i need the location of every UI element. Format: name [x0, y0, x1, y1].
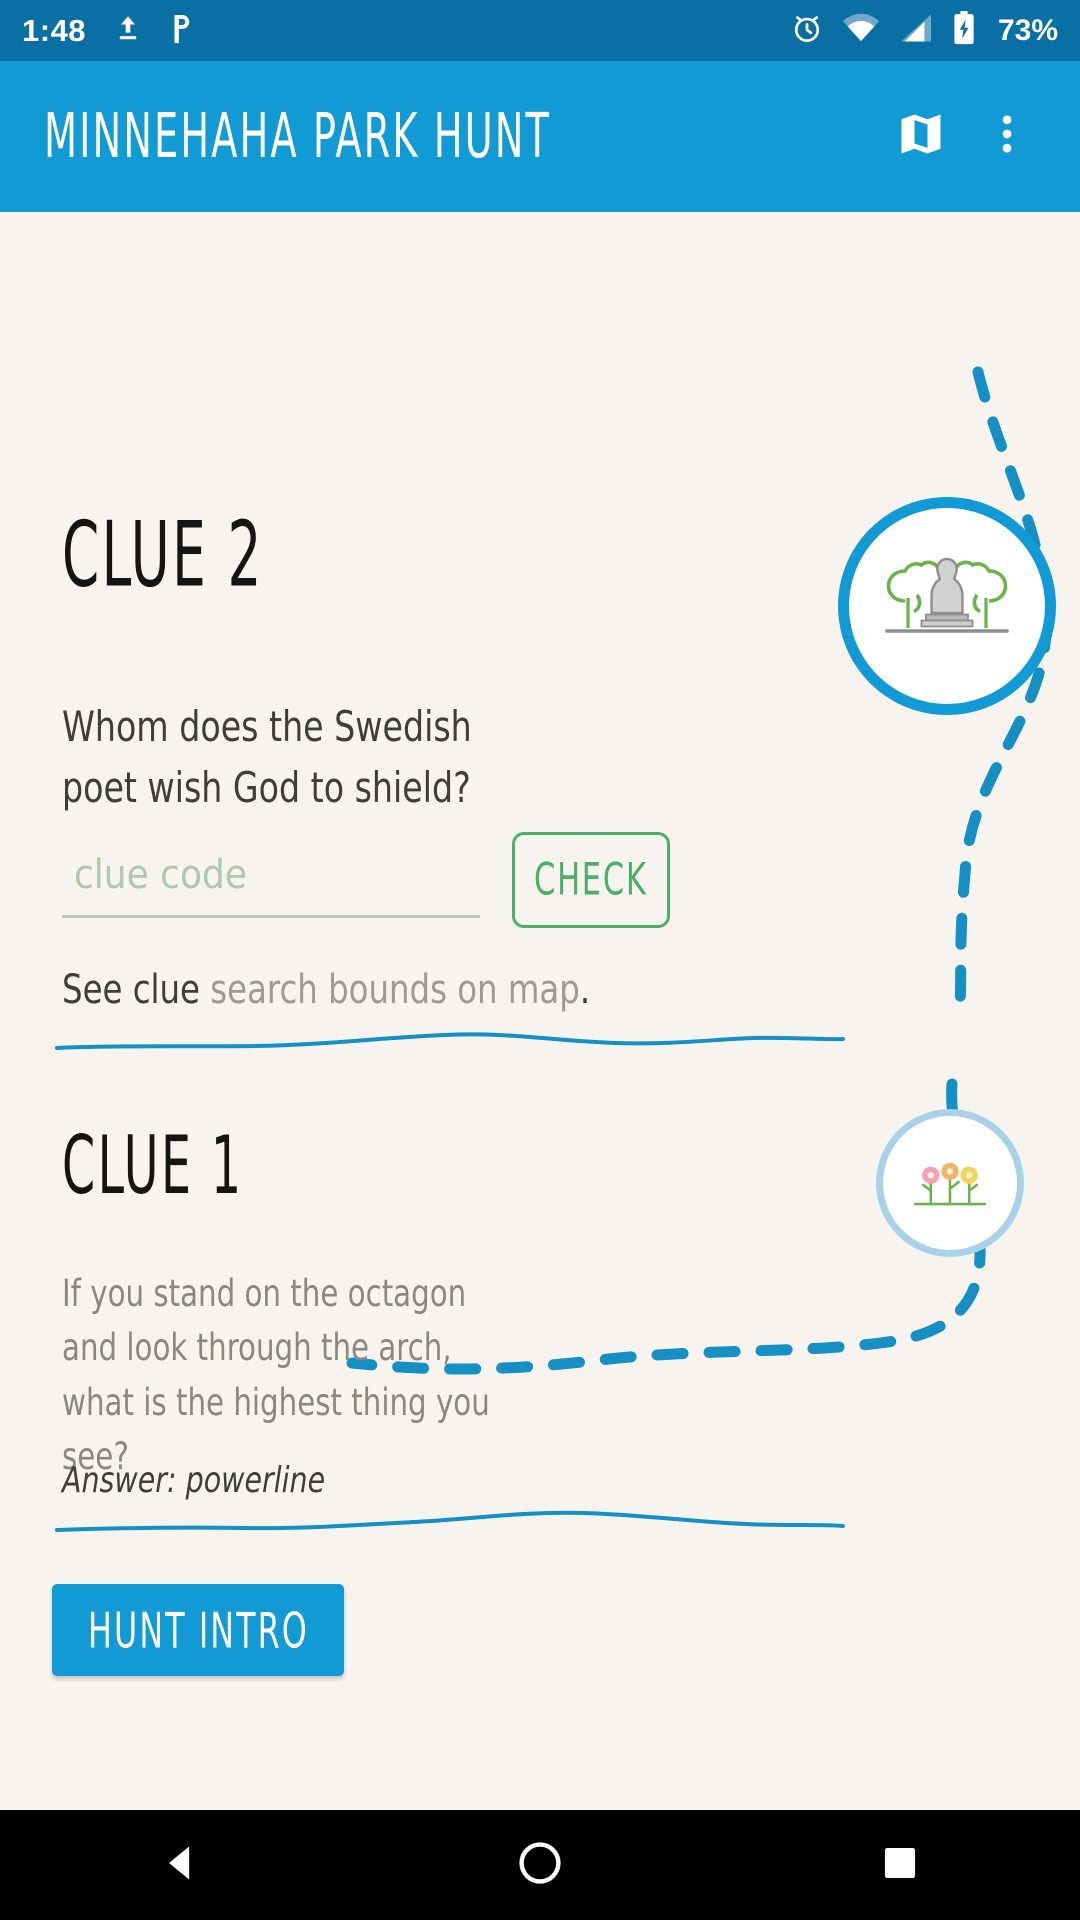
alarm-icon [790, 11, 824, 50]
battery-percent-label: 73% [997, 13, 1058, 47]
page-title: MINNEHAHA PARK HUNT [44, 101, 552, 172]
statue-with-trees-icon [872, 529, 1022, 684]
more-vert-icon [984, 111, 1030, 162]
flower-garden-icon [902, 1133, 998, 1234]
app-screen: 1:48 73% MINNEHAHA PARK HUNT CLUE 2 Whom… [0, 0, 1080, 1920]
status-bar-clock: 1:48 [22, 13, 87, 48]
cell-signal-icon [898, 13, 934, 48]
pocketcasts-icon [168, 12, 194, 49]
clue-list: CLUE 2 Whom does the Swedish poet wish G… [0, 212, 1080, 1810]
status-bar-notification-icons [114, 12, 194, 49]
map-button[interactable] [878, 94, 964, 180]
back-triangle-icon [158, 1841, 202, 1890]
see-clue-prefix: See clue [62, 967, 211, 1013]
nav-back-button[interactable] [105, 1810, 255, 1920]
hand-drawn-divider [55, 1032, 845, 1050]
clue-2-answer-row: CHECK [62, 832, 682, 937]
search-bounds-line: See clue search bounds on map. [62, 967, 590, 1013]
nav-recents-button[interactable] [825, 1810, 975, 1920]
hunt-intro-label: HUNT INTRO [87, 1601, 309, 1659]
see-clue-suffix: . [579, 967, 591, 1013]
android-navigation-bar [0, 1810, 1080, 1920]
search-bounds-link[interactable]: search bounds on map [210, 967, 580, 1013]
wifi-icon [842, 13, 880, 48]
recents-square-icon [879, 1842, 921, 1889]
check-button[interactable]: CHECK [512, 832, 670, 928]
clue-1-answer: Answer: powerline [62, 1460, 326, 1501]
map-icon [895, 108, 947, 165]
status-bar: 1:48 73% [0, 0, 1080, 61]
clue-1-title: CLUE 1 [62, 1118, 244, 1213]
clue-1-badge[interactable] [876, 1109, 1024, 1257]
home-circle-icon [516, 1839, 564, 1892]
hunt-intro-button[interactable]: HUNT INTRO [52, 1584, 344, 1676]
app-bar: MINNEHAHA PARK HUNT [0, 61, 1080, 212]
status-bar-system-icons: 73% [790, 11, 1058, 50]
battery-charging-icon [952, 11, 976, 50]
nav-home-button[interactable] [465, 1810, 615, 1920]
clue-1-question: If you stand on the octagon and look thr… [62, 1272, 490, 1479]
hand-drawn-divider [55, 1510, 845, 1532]
clue-code-input[interactable] [62, 840, 480, 918]
clue-2-question: Whom does the Swedish poet wish God to s… [62, 702, 472, 812]
clue-2-title: CLUE 2 [62, 502, 264, 608]
overflow-menu-button[interactable] [964, 94, 1050, 180]
clue-2-badge[interactable] [838, 497, 1056, 715]
upload-icon [114, 13, 142, 48]
check-button-label: CHECK [534, 854, 648, 906]
